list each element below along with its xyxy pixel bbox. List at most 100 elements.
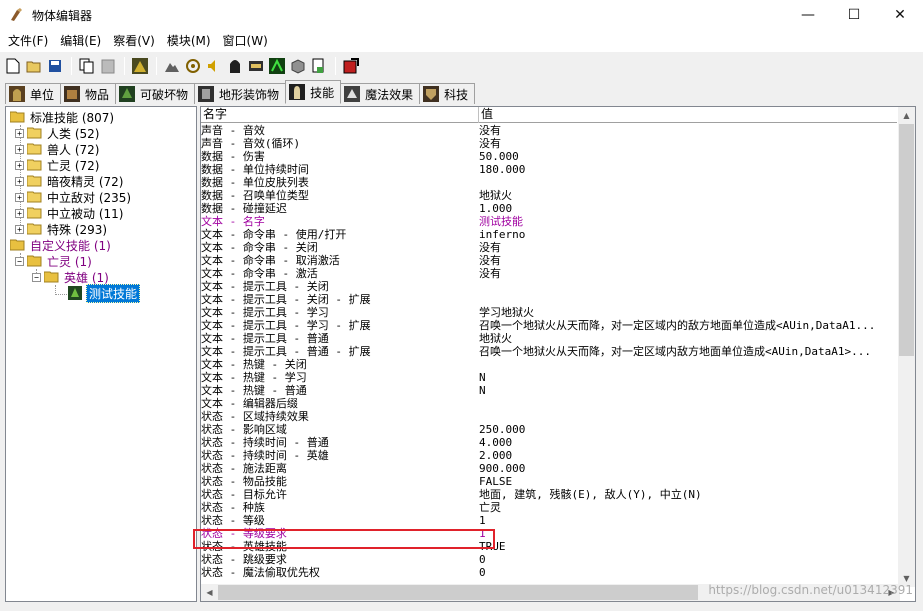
property-row[interactable]: 数据 - 碰撞延迟 1.000 <box>201 202 897 215</box>
property-row[interactable]: 状态 - 魔法偷取优先权 0 <box>201 566 897 579</box>
paste-button[interactable] <box>98 56 118 76</box>
tree-item-nightelf[interactable]: + 暗夜精灵 (72) <box>15 173 123 189</box>
tree-item-custom[interactable]: 自定义技能 (1) <box>10 237 111 253</box>
expand-icon[interactable]: + <box>15 208 24 218</box>
menu-view[interactable]: 察看(V) <box>107 30 161 52</box>
tree-label: 中立敌对 (235) <box>47 190 132 205</box>
property-row[interactable]: 状态 - 物品技能 FALSE <box>201 475 897 488</box>
tab-items[interactable]: 物品 <box>60 83 117 104</box>
property-row[interactable]: 数据 - 单位持续时间 180.000 <box>201 163 897 176</box>
maximize-button[interactable]: ☐ <box>831 0 877 30</box>
close-button[interactable]: ✕ <box>877 0 923 30</box>
tree-item-test-skill[interactable]: 测试技能 <box>68 283 141 303</box>
tree-item-neutral-hostile[interactable]: + 中立敌对 (235) <box>15 189 131 205</box>
property-row[interactable]: 文本 - 命令串 - 使用/打开 inferno <box>201 228 897 241</box>
tree-item-undead[interactable]: + 亡灵 (72) <box>15 157 99 173</box>
terrain-editor-button[interactable] <box>130 56 150 76</box>
property-row[interactable]: 文本 - 提示工具 - 关闭 - 扩展 <box>201 293 897 306</box>
property-row[interactable]: 文本 - 命令串 - 关闭 没有 <box>201 241 897 254</box>
sound-button[interactable] <box>204 56 224 76</box>
property-row[interactable]: 文本 - 提示工具 - 学习 学习地狱火 <box>201 306 897 319</box>
tab-label: 技能 <box>310 85 335 100</box>
property-row[interactable]: 状态 - 施法距离 900.000 <box>201 462 897 475</box>
test-map-button[interactable] <box>341 56 361 76</box>
expand-icon[interactable]: + <box>15 144 24 154</box>
property-name: 状态 - 施法距离 <box>201 462 287 475</box>
scroll-thumb[interactable] <box>218 585 698 600</box>
property-name: 状态 - 持续时间 - 普通 <box>201 436 329 449</box>
property-row[interactable]: 文本 - 提示工具 - 普通 - 扩展 召唤一个地狱火从天而降，对一定区域内敌方地… <box>201 345 897 358</box>
scroll-up-icon[interactable]: ▲ <box>898 107 915 124</box>
property-row[interactable]: 状态 - 跳级要求 0 <box>201 553 897 566</box>
folder-icon <box>27 175 42 187</box>
menu-window[interactable]: 窗口(W) <box>217 30 274 52</box>
tab-destructibles[interactable]: 可破坏物 <box>115 83 196 104</box>
ai-editor-button[interactable] <box>267 56 287 76</box>
property-row[interactable]: 状态 - 目标允许 地面, 建筑, 残骸(E), 敌人(Y), 中立(N) <box>201 488 897 501</box>
expand-icon[interactable]: + <box>15 160 24 170</box>
tab-buffs[interactable]: 魔法效果 <box>340 83 421 104</box>
tree-item-custom-undead[interactable]: − 亡灵 (1) <box>15 253 92 269</box>
sound-editor-button[interactable] <box>183 56 203 76</box>
import-manager-button[interactable] <box>288 56 308 76</box>
property-row[interactable]: 声音 - 音效 没有 <box>201 124 897 137</box>
tree-item-human[interactable]: + 人类 (52) <box>15 125 99 141</box>
property-row[interactable]: 数据 - 伤害 50.000 <box>201 150 897 163</box>
trigger-editor-button[interactable] <box>162 56 182 76</box>
property-row[interactable]: 文本 - 命令串 - 激活 没有 <box>201 267 897 280</box>
property-name: 状态 - 物品技能 <box>201 475 287 488</box>
property-row[interactable]: 数据 - 单位皮肤列表 <box>201 176 897 189</box>
collapse-icon[interactable]: − <box>15 256 24 266</box>
property-row[interactable]: 文本 - 命令串 - 取消激活 没有 <box>201 254 897 267</box>
property-row[interactable]: 数据 - 召唤单位类型 地狱火 <box>201 189 897 202</box>
tab-abilities[interactable]: 技能 <box>285 80 342 104</box>
property-row[interactable]: 文本 - 名字 测试技能 <box>201 215 897 228</box>
open-button[interactable] <box>24 56 44 76</box>
property-row[interactable]: 声音 - 音效(循环) 没有 <box>201 137 897 150</box>
campaign-editor-button[interactable] <box>246 56 266 76</box>
property-row[interactable]: 文本 - 编辑器后缀 <box>201 397 897 410</box>
save-button[interactable] <box>45 56 65 76</box>
property-row[interactable]: 状态 - 持续时间 - 普通 4.000 <box>201 436 897 449</box>
expand-icon[interactable]: + <box>15 192 24 202</box>
property-row[interactable]: 文本 - 热键 - 学习 N <box>201 371 897 384</box>
expand-icon[interactable]: + <box>15 224 24 234</box>
menu-module[interactable]: 模块(M) <box>161 30 217 52</box>
property-row[interactable]: 文本 - 热键 - 普通 N <box>201 384 897 397</box>
property-row[interactable]: 状态 - 等级 1 <box>201 514 897 527</box>
property-row[interactable]: 状态 - 种族 亡灵 <box>201 501 897 514</box>
minimize-button[interactable]: — <box>785 0 831 30</box>
menu-edit[interactable]: 编辑(E) <box>54 30 107 52</box>
script-editor-button[interactable] <box>309 56 329 76</box>
object-editor-button[interactable] <box>225 56 245 76</box>
tab-units[interactable]: 单位 <box>5 83 62 104</box>
scroll-thumb[interactable] <box>899 124 914 356</box>
column-header-name[interactable]: 名字 <box>201 107 479 123</box>
tab-doodads[interactable]: 地形装饰物 <box>194 83 287 104</box>
property-value: 1 <box>479 527 486 540</box>
scroll-left-icon[interactable]: ◀ <box>201 584 218 601</box>
column-header-value[interactable]: 值 <box>479 107 897 123</box>
tab-upgrades[interactable]: 科技 <box>419 83 476 104</box>
expand-icon[interactable]: + <box>15 176 24 186</box>
property-row[interactable]: 文本 - 提示工具 - 学习 - 扩展 召唤一个地狱火从天而降，对一定区域内的敌方… <box>201 319 897 332</box>
property-row[interactable]: 文本 - 热键 - 关闭 <box>201 358 897 371</box>
property-grid[interactable]: 名字 值 声音 - 音效 没有 声音 - 音效(循环) 没有 数据 - 伤害 50.000… <box>200 106 916 602</box>
tree-item-special[interactable]: + 特殊 (293) <box>15 221 107 237</box>
tree-item-orc[interactable]: + 兽人 (72) <box>15 141 99 157</box>
collapse-icon[interactable]: − <box>32 272 41 282</box>
copy-button[interactable] <box>77 56 97 76</box>
property-row[interactable]: 文本 - 提示工具 - 普通 地狱火 <box>201 332 897 345</box>
new-file-button[interactable] <box>3 56 23 76</box>
property-row[interactable]: 状态 - 区域持续效果 <box>201 410 897 423</box>
ability-tree[interactable]: 标准技能 (807) + 人类 (52) + 兽人 (72) + 亡灵 (72)… <box>5 106 197 602</box>
menu-file[interactable]: 文件(F) <box>2 30 54 52</box>
vertical-scrollbar[interactable]: ▲ ▼ <box>898 107 915 587</box>
property-name: 数据 - 伤害 <box>201 150 265 163</box>
tree-item-standard[interactable]: 标准技能 (807) <box>10 109 114 125</box>
property-row[interactable]: 状态 - 持续时间 - 英雄 2.000 <box>201 449 897 462</box>
tree-item-neutral-passive[interactable]: + 中立被动 (11) <box>15 205 123 221</box>
property-row[interactable]: 文本 - 提示工具 - 关闭 <box>201 280 897 293</box>
property-row[interactable]: 状态 - 影响区域 250.000 <box>201 423 897 436</box>
expand-icon[interactable]: + <box>15 128 24 138</box>
